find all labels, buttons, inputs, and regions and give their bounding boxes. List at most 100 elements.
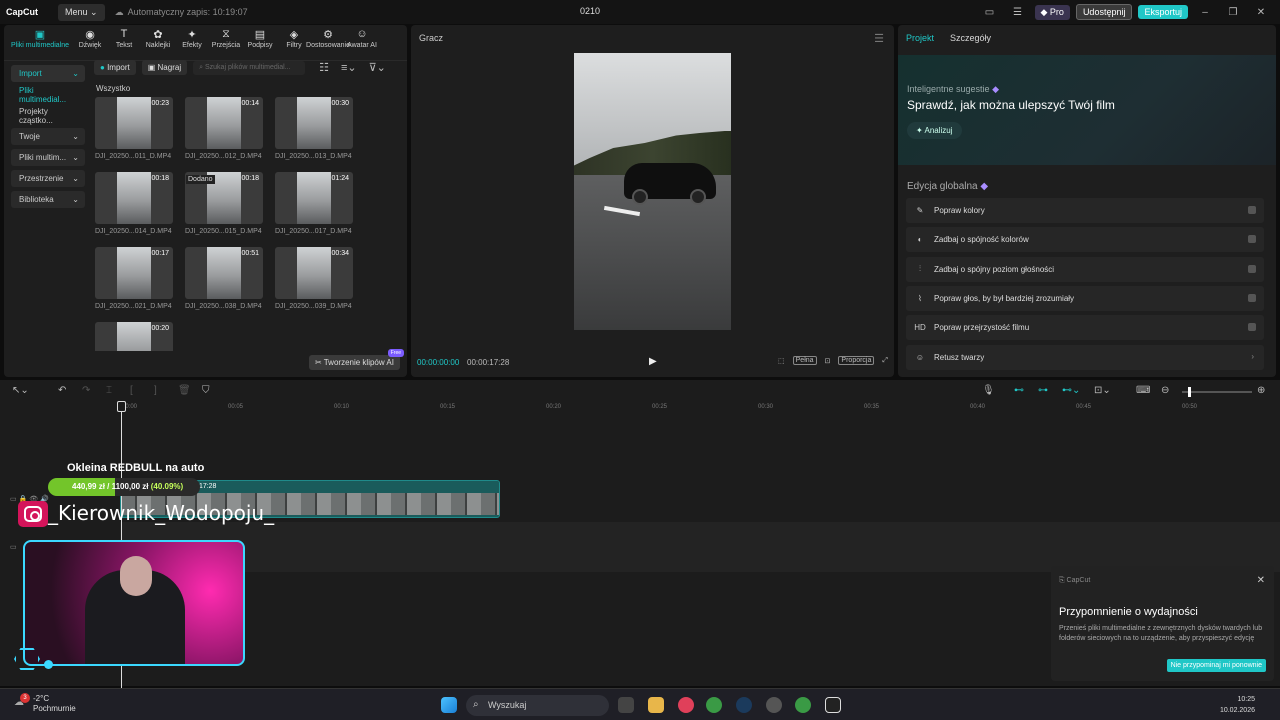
player-menu-icon[interactable]: ☰: [874, 32, 884, 45]
tool-audio[interactable]: ◉ Dźwięk: [74, 28, 106, 60]
layout-icon[interactable]: ▭: [979, 7, 1001, 18]
minimize-icon[interactable]: –: [1194, 7, 1216, 18]
split-icon[interactable]: ⌶: [106, 385, 112, 396]
zoom-out-icon[interactable]: ⊖: [1161, 385, 1169, 396]
steam-icon[interactable]: [736, 697, 752, 713]
full-quality-button[interactable]: Pełna: [792, 356, 817, 365]
media-item[interactable]: 00:14 DJI_20250...012_D.MP4: [185, 97, 265, 169]
menu-button[interactable]: Menu ⌄: [58, 3, 105, 21]
export-button[interactable]: Eksportuj: [1138, 5, 1188, 19]
media-item[interactable]: 00:30 DJI_20250...013_D.MP4: [275, 97, 355, 169]
analyze-button[interactable]: ✦ Analizuj: [907, 122, 962, 139]
chrome-icon-2[interactable]: [795, 697, 811, 713]
tool-transition[interactable]: ⧖ Przejścia: [210, 28, 242, 60]
dont-remind-button[interactable]: Nie przypominaj mi ponownie: [1166, 659, 1266, 672]
sidebar-item-3[interactable]: Twoje ⌄: [11, 128, 85, 145]
sidebar-item-5[interactable]: Przestrzenie ⌄: [11, 170, 85, 187]
start-icon[interactable]: [441, 697, 457, 713]
ai-clips-button[interactable]: ✂ Tworzenie klipów AI Free: [308, 349, 404, 370]
time-ruler[interactable]: 00:00 00:05 00:10 00:15 00:20 00:25 00:30 00:35…: [0, 402, 1280, 416]
maximize-icon[interactable]: ❐: [1222, 7, 1244, 18]
chrome-icon[interactable]: [706, 697, 722, 713]
global-edit-row[interactable]: ✎ Popraw kolory: [906, 198, 1264, 223]
crop-icon[interactable]: ⬚: [778, 357, 785, 365]
menu-dots-icon[interactable]: ☰: [1007, 7, 1029, 18]
global-edit-row[interactable]: ⫶ Zadbaj o spójny poziom głośności: [906, 256, 1264, 282]
play-icon[interactable]: ▶: [649, 356, 657, 367]
delete-icon[interactable]: 🗑: [178, 385, 191, 396]
zoom-in-icon[interactable]: ⊕: [1257, 385, 1265, 396]
screenshot-icon[interactable]: ⊡: [825, 357, 831, 365]
media-item[interactable]: 00:17 DJI_20250...021_D.MP4: [95, 247, 175, 319]
select-tool-icon[interactable]: ↖⌄: [12, 385, 29, 396]
media-item[interactable]: 00:18 Dodano DJI_20250...015_D.MP4: [185, 172, 265, 244]
weather-widget[interactable]: -2°C Pochmurnie: [33, 694, 76, 714]
ratio-button[interactable]: Proporcja: [838, 356, 875, 365]
snap-icon[interactable]: ⊷⌄: [1062, 385, 1080, 396]
global-edit-row[interactable]: ◐ Zadbaj o spójność kolorów: [906, 227, 1264, 253]
tool-sticker[interactable]: ✿ Naklejki: [142, 28, 174, 60]
tool-effects[interactable]: ✦ Efekty: [176, 28, 208, 60]
weather-icon[interactable]: ☁: [14, 697, 24, 708]
share-button[interactable]: Udostępnij: [1075, 4, 1133, 20]
file-explorer-icon[interactable]: [648, 697, 664, 713]
track2-controls[interactable]: ▭: [10, 543, 17, 551]
grid-view-icon[interactable]: ☷: [319, 61, 329, 74]
video-preview[interactable]: [574, 53, 731, 330]
toggle[interactable]: [1248, 206, 1256, 214]
sidebar-item-6[interactable]: Biblioteka ⌄: [11, 191, 85, 208]
media-item[interactable]: 00:34 DJI_20250...039_D.MP4: [275, 247, 355, 319]
record-button[interactable]: ▣ Nagraj: [141, 60, 188, 75]
close-icon[interactable]: ✕: [1250, 7, 1272, 18]
toggle[interactable]: [1248, 293, 1256, 302]
caption-icon[interactable]: ⌨: [1136, 385, 1150, 396]
media-item[interactable]: 00:20: [95, 322, 175, 351]
opera-icon[interactable]: [678, 697, 694, 713]
filter-icon[interactable]: ⊽⌄: [369, 61, 386, 74]
shield-icon[interactable]: ⛉: [202, 385, 210, 396]
media-search-input[interactable]: ⌕ Szukaj plików multimedial...: [193, 60, 306, 75]
media-item[interactable]: 00:51 DJI_20250...038_D.MP4: [185, 247, 265, 319]
sidebar-item-0[interactable]: Import ⌄: [11, 65, 85, 82]
taskbar-search[interactable]: ⌕ Wyszukaj: [466, 695, 609, 716]
toggle[interactable]: [1248, 264, 1256, 273]
media-item[interactable]: 00:23 DJI_20250...011_D.MP4: [95, 97, 175, 169]
media-item[interactable]: 01:24 DJI_20250...017_D.MP4: [275, 172, 355, 244]
undo-icon[interactable]: ↶: [58, 385, 66, 396]
import-button[interactable]: ● Import: [94, 60, 136, 75]
clock[interactable]: 10:25 10.02.2026: [1220, 694, 1255, 716]
tool-media[interactable]: ▣ Pliki multimedialne: [8, 28, 72, 60]
global-edit-row[interactable]: ☺ Retusz twarzy ›: [906, 344, 1264, 370]
task-view-icon[interactable]: [618, 697, 634, 713]
magnet-icon[interactable]: ⊶: [1038, 385, 1048, 396]
preview-axis-icon[interactable]: ⊡⌄: [1094, 385, 1111, 396]
split-left-icon[interactable]: [: [130, 385, 133, 396]
tool-text[interactable]: T Tekst: [108, 28, 140, 60]
redo-icon[interactable]: ↷: [82, 385, 90, 396]
mic-icon[interactable]: 🎙: [982, 385, 995, 396]
zoom-slider[interactable]: [1182, 387, 1252, 397]
tool-adjust[interactable]: ⚙ Dostosowanie: [306, 28, 350, 60]
empty-track[interactable]: [120, 522, 1280, 572]
tab-details[interactable]: Szczegóły: [950, 33, 991, 43]
split-right-icon[interactable]: ]: [154, 385, 157, 396]
toggle[interactable]: [1248, 323, 1256, 332]
tab-project[interactable]: Projekt: [906, 33, 934, 43]
toggle[interactable]: [1248, 235, 1256, 244]
close-icon[interactable]: ✕: [1257, 575, 1265, 586]
sidebar-item-2[interactable]: Projekty cząstko...: [11, 107, 85, 125]
tool-avatar[interactable]: ☺ Awatar AI: [346, 28, 378, 60]
global-edit-row[interactable]: ⌇ Popraw głos, by był bardziej zrozumiały: [906, 285, 1264, 311]
global-edit-row[interactable]: HD Popraw przejrzystość filmu: [906, 315, 1264, 341]
app-icon[interactable]: [766, 697, 782, 713]
pro-button[interactable]: ◆ Pro: [1034, 4, 1070, 20]
playhead-handle[interactable]: [117, 401, 126, 412]
capcut-icon[interactable]: [825, 697, 841, 713]
media-item[interactable]: 00:18 DJI_20250...014_D.MP4: [95, 172, 175, 244]
tool-captions[interactable]: ▤ Podpisy: [244, 28, 276, 60]
link-icon[interactable]: ⊷: [1014, 385, 1024, 396]
fullscreen-icon[interactable]: ⤢: [882, 357, 888, 365]
sort-icon[interactable]: ≡⌄: [341, 61, 357, 74]
sidebar-item-4[interactable]: Pliki multim... ⌄: [11, 149, 85, 166]
sidebar-item-1[interactable]: Pliki multimedial...: [11, 86, 85, 104]
